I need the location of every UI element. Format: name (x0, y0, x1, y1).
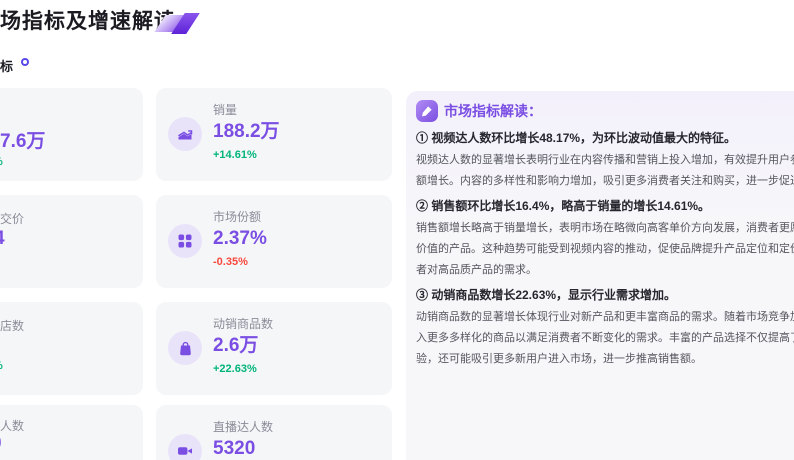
metric-change: % (0, 360, 3, 372)
metric-value: 188.2万 (213, 121, 280, 142)
metric-label: 店数 (0, 319, 25, 333)
metric-label: 直播达人数 (213, 420, 274, 434)
insight-panel: 市场指标解读： ① 视频达人数环比增长48.17%，为环比波动值最大的特征。 视… (406, 91, 794, 460)
shopping-bag-icon (168, 331, 202, 365)
metric-change: % (0, 156, 3, 168)
insight-heading: ① 视频达人数环比增长48.17%，为环比波动值最大的特征。 (416, 131, 737, 145)
insight-text: 者对高品质产品的需求。 (416, 264, 537, 276)
insight-section: ① 视频达人数环比增长48.17%，为环比波动值最大的特征。 视频达人数的显著增… (416, 128, 794, 192)
metric-card[interactable]: 动销商品数 2.6万 +22.63% (156, 302, 392, 395)
page-title: 场指标及增速解读 (0, 10, 176, 33)
help-icon[interactable] (21, 58, 29, 66)
insight-heading: ③ 动销商品数增长22.63%，显示行业需求增加。 (416, 288, 677, 302)
insight-text: 额增长。内容的多样性和影响力增加，吸引更多消费者关注和购买，进一步促进 (416, 175, 794, 187)
metric-label: 销量 (213, 103, 238, 117)
insight-text: 动销商品数的显著增长体现行业对新产品和更丰富商品的需求。随着市场竞争加 (416, 311, 794, 323)
market-indicators-page: 场指标及增速解读 标 7.6万 % 交价 4 店数 % 人数 0 销量 188.… (0, 0, 794, 460)
metric-card[interactable]: 交价 4 (0, 195, 143, 288)
metric-value: 2.37% (213, 228, 267, 249)
insight-section: ② 销售额环比增长16.4%，略高于销量的增长14.61%。 销售额增长略高于销… (416, 196, 794, 281)
metric-change: +22.63% (213, 363, 257, 375)
grid-icon (168, 224, 202, 258)
insight-panel-header: 市场指标解读： (416, 100, 794, 122)
metric-label: 人数 (0, 419, 25, 433)
metric-label: 交价 (0, 212, 25, 226)
metric-card[interactable]: 7.6万 % (0, 88, 143, 181)
insight-text: 销售额增长略高于销量增长，表明市场在略微向高客单价方向发展，消费者更愿 (416, 222, 794, 234)
metric-value: 2.6万 (213, 335, 259, 356)
metric-card[interactable]: 直播达人数 5320 (156, 405, 392, 460)
insight-section: ③ 动销商品数增长22.63%，显示行业需求增加。 动销商品数的显著增长体现行业… (416, 285, 794, 370)
metric-label: 市场份额 (213, 210, 262, 224)
insight-text: 入更多多样化的商品以满足消费者不断变化的需求。丰富的产品选择不仅提高了 (416, 332, 794, 344)
metric-card[interactable]: 市场份额 2.37% -0.35% (156, 195, 392, 288)
insight-text: 验，还可能吸引更多新用户进入市场，进一步推高销售额。 (416, 353, 702, 365)
metric-value: 0 (0, 433, 2, 455)
section-label: 标 (0, 59, 14, 74)
metric-value: 7.6万 (0, 131, 46, 152)
pen-icon (416, 100, 438, 122)
metric-label: 动销商品数 (213, 317, 274, 331)
metric-card[interactable]: 店数 % (0, 302, 143, 395)
insight-text: 价值的产品。这种趋势可能受到视频内容的推动，促使品牌提升产品定位和定价 (416, 243, 794, 255)
video-camera-icon (168, 434, 202, 460)
metric-value: 5320 (213, 438, 256, 459)
trend-chart-icon (168, 117, 202, 151)
metric-card[interactable]: 销量 188.2万 +14.61% (156, 88, 392, 181)
insight-text: 视频达人数的显著增长表明行业在内容传播和营销上投入增加，有效提升用户参 (416, 154, 794, 166)
metric-change: +14.61% (213, 149, 257, 161)
metric-card[interactable]: 人数 0 (0, 405, 143, 460)
insight-panel-title: 市场指标解读： (444, 103, 542, 119)
section-header: 标 (0, 56, 29, 76)
metric-value: 4 (0, 228, 5, 250)
metric-change: -0.35% (213, 256, 248, 268)
insight-heading: ② 销售额环比增长16.4%，略高于销量的增长14.61%。 (416, 199, 711, 213)
